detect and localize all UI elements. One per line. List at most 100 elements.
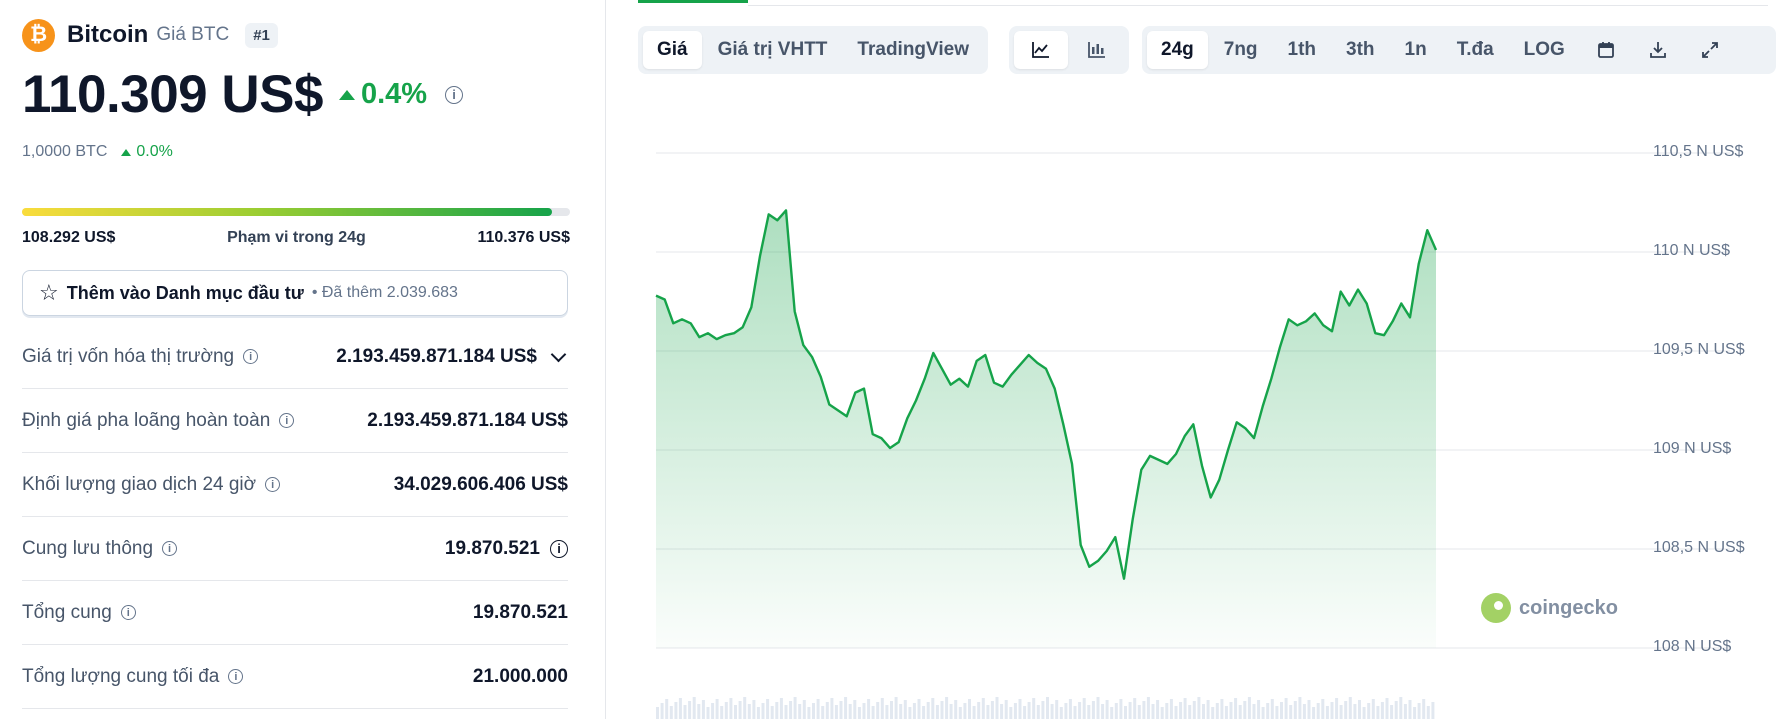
info-icon[interactable]: i [120, 605, 136, 620]
volume-bar [954, 700, 958, 719]
volume-bar [697, 704, 701, 719]
volume-bar [775, 702, 779, 719]
volume-bar [660, 703, 664, 719]
up-arrow-icon [121, 148, 132, 156]
info-icon[interactable]: i [265, 477, 281, 492]
chevron-down-icon[interactable] [550, 346, 567, 362]
volume-bar [1046, 697, 1049, 719]
volume-bar [1284, 698, 1288, 719]
stat-label: Giá trị vốn hóa thị trường i [22, 346, 259, 368]
volume-bar [839, 701, 843, 719]
volume-bar [807, 707, 811, 719]
volume-bar [825, 702, 829, 719]
volume-bar [876, 702, 880, 719]
volume-bar [1156, 700, 1160, 719]
volume-bar [1413, 707, 1417, 719]
volume-bar [894, 697, 898, 719]
volume-bar [1082, 698, 1086, 719]
volume-bar [1403, 704, 1407, 719]
volume-bar [963, 703, 967, 719]
y-axis-tick-label: 108 N US$ [1653, 638, 1732, 655]
range-label: Phạm vi trong 24g [227, 229, 366, 246]
volume-bar [908, 707, 912, 719]
coin-name: Bitcoin [67, 21, 149, 48]
volume-bar [853, 700, 857, 719]
info-icon[interactable]: i [445, 85, 464, 104]
volume-bar [1234, 698, 1238, 719]
volume-bar [945, 697, 949, 719]
volume-bar [1252, 704, 1256, 719]
volume-bar [940, 701, 944, 719]
add-to-portfolio-button[interactable]: ☆ Thêm vào Danh mục đầu tư • Đã thêm 2.0… [22, 270, 568, 316]
volume-bar [1027, 702, 1031, 719]
info-icon[interactable]: i [279, 413, 295, 428]
portfolio-label: Thêm vào Danh mục đầu tư [66, 282, 304, 303]
volume-bar [1417, 703, 1421, 719]
volume-bar [1422, 699, 1426, 719]
volume-bar [935, 705, 939, 719]
rank-badge: #1 [245, 22, 278, 48]
info-icon[interactable]: i [228, 669, 244, 684]
volume-bar [1023, 706, 1027, 719]
volume-bar [821, 706, 825, 719]
volume-bar [816, 699, 820, 719]
bitcoin-logo-icon: ₿ [22, 18, 55, 52]
volume-bar [1426, 706, 1430, 719]
volume-bar [1032, 698, 1036, 719]
volume-bar [857, 707, 861, 719]
btc-price-row: 1,0000 BTC 0.0% [22, 143, 173, 161]
volume-bar [912, 703, 916, 719]
volume-bar [1142, 701, 1146, 719]
volume-bar [1036, 705, 1040, 719]
volume-bar [1119, 699, 1123, 719]
volume-bar [890, 701, 893, 719]
volume-bar [692, 697, 696, 719]
stat-row-fdv: Định giá pha loãng hoàn toàn i 2.193.459.… [22, 389, 568, 453]
watermark-text: coingecko [1519, 596, 1618, 619]
volume-bar [958, 707, 962, 719]
volume-bar [1312, 707, 1316, 719]
info-icon[interactable]: i [550, 539, 568, 558]
volume-bar [1133, 698, 1137, 719]
volume-bar [899, 704, 903, 719]
volume-bar [1293, 701, 1297, 719]
range-low: 108.292 US$ [22, 229, 116, 246]
volume-bar [1321, 699, 1325, 719]
volume-bar [1124, 706, 1127, 719]
volume-bar [1169, 699, 1173, 719]
stat-label: Khối lượng giao dịch 24 giờ i [22, 474, 281, 496]
volume-bar [1367, 703, 1371, 719]
volume-bar [1394, 701, 1398, 719]
stat-label: Tổng lượng cung tối đa i [22, 666, 244, 688]
volume-bar [770, 706, 774, 719]
volume-bar [1298, 697, 1302, 719]
volume-bar [1110, 707, 1114, 719]
volume-bar [903, 700, 907, 719]
info-icon[interactable]: i [162, 541, 178, 556]
volume-bar [793, 697, 797, 719]
stat-row-market-cap[interactable]: Giá trị vốn hóa thị trường i 2.193.459.87… [22, 325, 568, 389]
volume-bar [834, 705, 838, 719]
volume-bar [711, 703, 715, 719]
volume-bar [1229, 702, 1233, 719]
volume-bar [1371, 699, 1375, 719]
range-bar-fill [22, 208, 553, 216]
volume-bar [922, 706, 926, 719]
volume-bar [665, 699, 669, 719]
volume-bar [1362, 707, 1366, 719]
volume-bar [678, 698, 682, 719]
volume-bar [752, 700, 756, 719]
volume-bar [1151, 704, 1155, 719]
volume-bar [926, 702, 930, 719]
info-icon[interactable]: i [243, 349, 259, 364]
volume-bar [871, 706, 875, 719]
volume-bar [1059, 707, 1063, 719]
volume-bar [1325, 706, 1329, 719]
price-chart[interactable]: 110,5 N US$ 110 N US$ 109,5 N US$ 109 N US$… [606, 0, 1787, 719]
range-labels: 108.292 US$ Phạm vi trong 24g 110.376 US… [22, 229, 570, 247]
stat-value: 2.193.459.871.184 US$ [336, 346, 568, 368]
volume-bar [1215, 703, 1219, 719]
stat-value: 21.000.000 [472, 665, 568, 687]
volume-bar [1431, 702, 1435, 719]
stat-row-max-supply: Tổng lượng cung tối đa i 21.000.000 [22, 645, 568, 709]
